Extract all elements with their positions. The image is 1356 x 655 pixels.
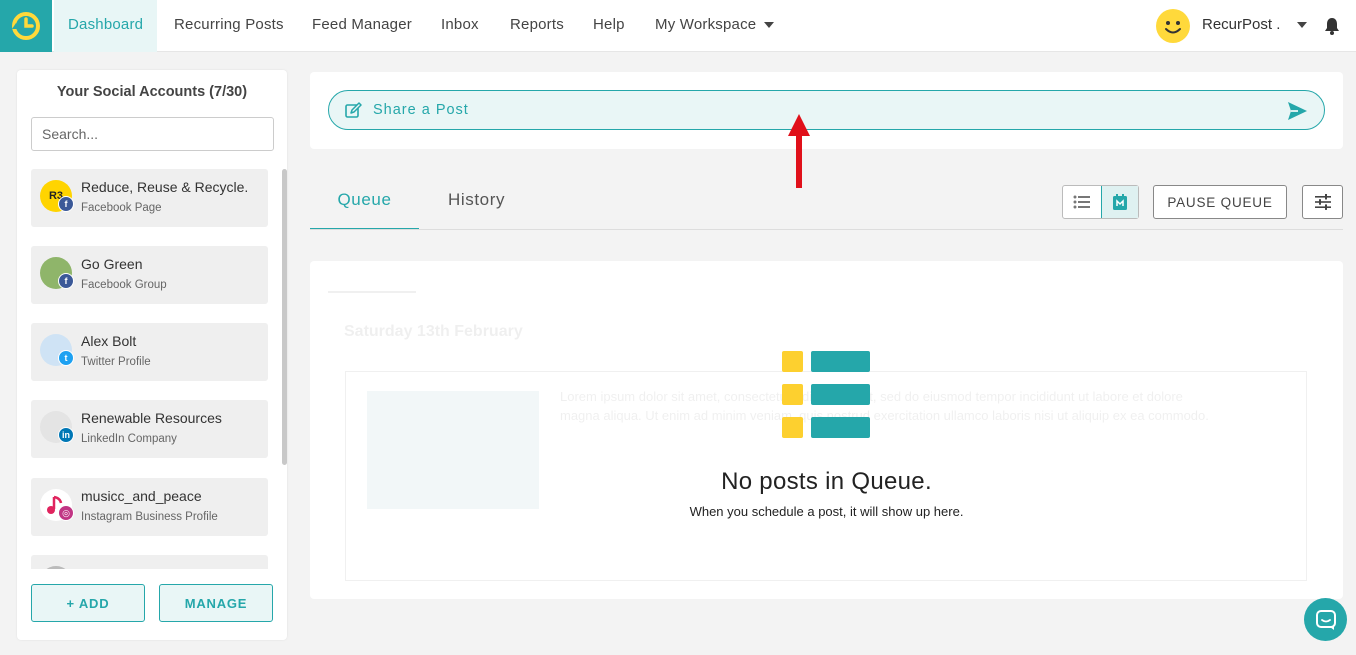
annotation-arrow-icon: [788, 114, 810, 188]
ghost-divider: [328, 291, 416, 293]
account-type: Facebook Page: [81, 202, 162, 214]
app-logo-icon[interactable]: [0, 0, 52, 52]
chat-icon: [1315, 609, 1336, 630]
share-post-input[interactable]: Share a Post: [328, 90, 1325, 130]
nav-workspace-dropdown[interactable]: My Workspace: [655, 0, 775, 52]
calendar-icon: [1113, 194, 1127, 210]
nav-recurring-posts[interactable]: Recurring Posts: [174, 0, 284, 52]
account-type: Facebook Group: [81, 279, 167, 291]
edit-icon: [345, 102, 362, 118]
user-avatar[interactable]: [1156, 9, 1190, 43]
account-item[interactable]: ◎ musicc_and_peace Instagram Business Pr…: [31, 478, 268, 536]
account-type: Instagram Business Profile: [81, 511, 218, 523]
account-name: Go Green: [81, 256, 143, 272]
account-item[interactable]: in Renewable Resources LinkedIn Company: [31, 400, 268, 458]
nav-dashboard[interactable]: Dashboard: [54, 0, 158, 52]
facebook-icon: f: [58, 273, 74, 289]
view-toggle: [1062, 185, 1139, 219]
queue-panel: Saturday 13th February Lorem ipsum dolor…: [310, 261, 1343, 599]
account-name: Alex Bolt: [81, 333, 137, 349]
linkedin-icon: in: [58, 427, 74, 443]
chevron-down-icon: [764, 22, 775, 29]
accounts-title: Your Social Accounts (7/30): [56, 84, 248, 100]
ghost-date: Saturday 13th February: [344, 323, 523, 340]
account-item-partial[interactable]: [31, 555, 268, 569]
add-account-button[interactable]: + ADD: [31, 584, 145, 622]
nav-reports[interactable]: Reports: [510, 0, 564, 52]
top-navigation: Dashboard Recurring Posts Feed Manager I…: [0, 0, 1356, 52]
filter-settings-button[interactable]: [1302, 185, 1343, 219]
list-view-button[interactable]: [1063, 186, 1101, 218]
share-post-card: Share a Post: [310, 72, 1343, 149]
user-name[interactable]: RecurPost .: [1202, 0, 1280, 50]
social-accounts-panel: Your Social Accounts (7/30) R3 f Reduce,…: [17, 70, 287, 640]
workspace-label: My Workspace: [655, 16, 757, 33]
instagram-icon: ◎: [58, 505, 74, 521]
twitter-icon: t: [58, 350, 74, 366]
nav-feed-manager[interactable]: Feed Manager: [312, 0, 412, 52]
list-icon: [1073, 195, 1090, 209]
tab-divider: [310, 229, 1343, 230]
nav-help[interactable]: Help: [593, 0, 625, 52]
account-item[interactable]: f Go Green Facebook Group: [31, 246, 268, 304]
account-list-scrollbar[interactable]: [282, 169, 287, 465]
bell-icon[interactable]: [1322, 16, 1342, 36]
empty-queue-title: No posts in Queue.: [721, 468, 932, 495]
account-type: LinkedIn Company: [81, 433, 177, 445]
share-post-label: Share a Post: [373, 102, 469, 118]
facebook-icon: f: [58, 196, 74, 212]
pause-queue-button[interactable]: PAUSE QUEUE: [1153, 185, 1287, 219]
tab-history[interactable]: History: [448, 190, 505, 230]
empty-queue-icon: [782, 351, 870, 438]
account-name: Reduce, Reuse & Recycle.: [81, 179, 249, 195]
account-item[interactable]: R3 f Reduce, Reuse & Recycle. Facebook P…: [31, 169, 268, 227]
account-name: Renewable Resources: [81, 410, 222, 426]
account-search-input[interactable]: [31, 117, 274, 151]
empty-queue-subtitle: When you schedule a post, it will show u…: [689, 504, 964, 519]
account-type: Twitter Profile: [81, 356, 151, 368]
send-icon[interactable]: [1286, 100, 1308, 122]
tab-queue[interactable]: Queue: [310, 190, 419, 230]
nav-inbox[interactable]: Inbox: [441, 0, 479, 52]
chat-support-button[interactable]: [1304, 598, 1347, 641]
manage-accounts-button[interactable]: MANAGE: [159, 584, 273, 622]
account-avatar: [40, 566, 72, 569]
sliders-icon: [1314, 194, 1331, 210]
ghost-post-text: Lorem ipsum dolor sit amet, consectetur …: [560, 389, 1209, 423]
user-menu-chevron-icon[interactable]: [1297, 22, 1307, 28]
account-name: musicc_and_peace: [81, 488, 202, 504]
account-item[interactable]: t Alex Bolt Twitter Profile: [31, 323, 268, 381]
account-list: R3 f Reduce, Reuse & Recycle. Facebook P…: [31, 169, 268, 569]
calendar-view-button[interactable]: [1101, 186, 1138, 218]
